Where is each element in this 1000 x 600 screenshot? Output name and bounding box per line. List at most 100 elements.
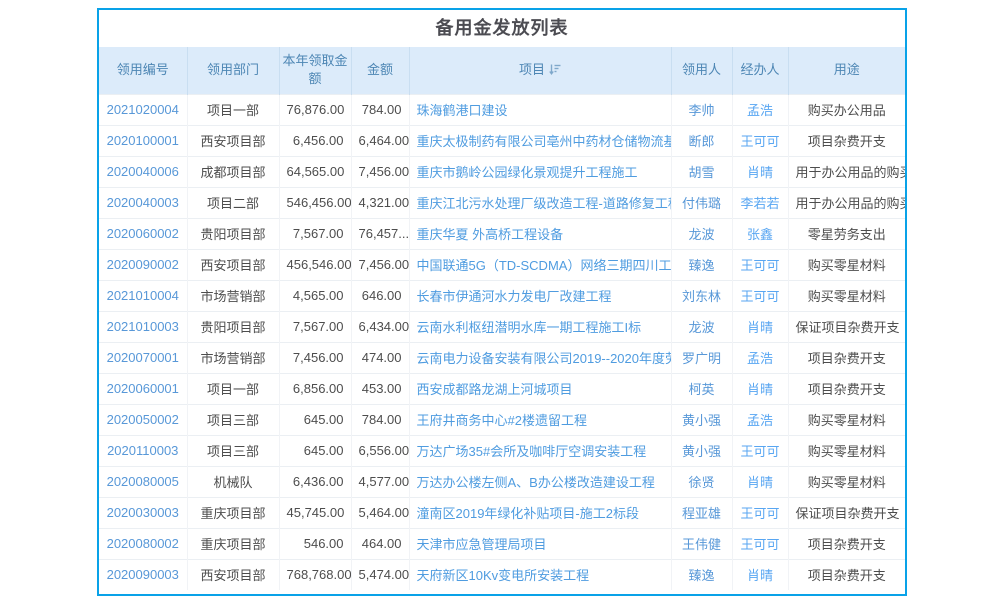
cell-project[interactable]: 天津市应急管理局项目 [409, 528, 671, 559]
cell-handler[interactable]: 王可可 [732, 528, 788, 559]
cell-project[interactable]: 王府井商务中心#2楼遗留工程 [409, 404, 671, 435]
cell-project[interactable]: 重庆华夏 外高桥工程设备 [409, 218, 671, 249]
cell-id[interactable]: 2020100001 [99, 125, 187, 156]
cell-handler[interactable]: 肖晴 [732, 156, 788, 187]
cell-amount: 6,464.00 [351, 125, 409, 156]
cell-amount: 464.00 [351, 528, 409, 559]
cell-id[interactable]: 2021010004 [99, 280, 187, 311]
cell-recipient[interactable]: 臻逸 [671, 559, 732, 590]
cell-id[interactable]: 2020090003 [99, 559, 187, 590]
cell-recipient[interactable]: 李帅 [671, 94, 732, 125]
table-row: 2021010003贵阳项目部7,567.006,434.00云南水利枢纽潜明水… [99, 311, 905, 342]
column-header-amount: 金额 [351, 47, 409, 94]
cell-recipient[interactable]: 臻逸 [671, 249, 732, 280]
page-title: 备用金发放列表 [99, 10, 905, 47]
cell-dept: 项目一部 [187, 373, 279, 404]
cell-dept: 市场营销部 [187, 342, 279, 373]
column-header-project[interactable]: 项目 [409, 47, 671, 94]
cell-year_amount: 45,745.00 [279, 497, 351, 528]
cell-amount: 5,474.00 [351, 559, 409, 590]
cell-year_amount: 546.00 [279, 528, 351, 559]
cell-recipient[interactable]: 龙波 [671, 218, 732, 249]
cell-project[interactable]: 云南水利枢纽潜明水库一期工程施工I标 [409, 311, 671, 342]
cell-handler[interactable]: 肖晴 [732, 466, 788, 497]
table-header: 领用编号领用部门本年领取金额金额项目领用人经办人用途 [99, 47, 905, 94]
cell-handler[interactable]: 王可可 [732, 435, 788, 466]
table-row: 2020110003项目三部645.006,556.00万达广场35#会所及咖啡… [99, 435, 905, 466]
cell-project[interactable]: 万达办公楼左侧A、B办公楼改造建设工程 [409, 466, 671, 497]
cell-project[interactable]: 长春市伊通河水力发电厂改建工程 [409, 280, 671, 311]
cell-handler[interactable]: 孟浩 [732, 342, 788, 373]
cell-dept: 贵阳项目部 [187, 218, 279, 249]
cell-id[interactable]: 2020060002 [99, 218, 187, 249]
column-header-purpose: 用途 [788, 47, 905, 94]
cell-recipient[interactable]: 王伟健 [671, 528, 732, 559]
cell-handler[interactable]: 王可可 [732, 280, 788, 311]
table-body: 2021020004项目一部76,876.00784.00珠海鹤港口建设李帅孟浩… [99, 94, 905, 590]
cell-id[interactable]: 2020040006 [99, 156, 187, 187]
cell-handler[interactable]: 王可可 [732, 125, 788, 156]
cell-year_amount: 6,436.00 [279, 466, 351, 497]
cell-recipient[interactable]: 罗广明 [671, 342, 732, 373]
cell-handler[interactable]: 肖晴 [732, 373, 788, 404]
cell-project[interactable]: 重庆江北污水处理厂级改造工程-道路修复工程 [409, 187, 671, 218]
cell-project[interactable]: 天府新区10Kv变电所安装工程 [409, 559, 671, 590]
cell-handler[interactable]: 肖晴 [732, 311, 788, 342]
cell-id[interactable]: 2021020004 [99, 94, 187, 125]
table-row: 2020090003西安项目部768,768.005,474.00天府新区10K… [99, 559, 905, 590]
cell-recipient[interactable]: 柯英 [671, 373, 732, 404]
cell-purpose: 项目杂费开支 [788, 559, 905, 590]
cell-id[interactable]: 2020080005 [99, 466, 187, 497]
cell-id[interactable]: 2020030003 [99, 497, 187, 528]
cell-purpose: 用于办公用品的购买 [788, 156, 905, 187]
table-row: 2020080002重庆项目部546.00464.00天津市应急管理局项目王伟健… [99, 528, 905, 559]
cell-id[interactable]: 2020070001 [99, 342, 187, 373]
cell-project[interactable]: 重庆市鹅岭公园绿化景观提升工程施工 [409, 156, 671, 187]
cell-dept: 西安项目部 [187, 559, 279, 590]
column-header-handler: 经办人 [732, 47, 788, 94]
cell-project[interactable]: 中国联通5G（TD-SCDMA）网络三期四川工程 [409, 249, 671, 280]
cell-id[interactable]: 2020080002 [99, 528, 187, 559]
cell-id[interactable]: 2020060001 [99, 373, 187, 404]
cell-project[interactable]: 潼南区2019年绿化补贴项目-施工2标段 [409, 497, 671, 528]
cell-recipient[interactable]: 黄小强 [671, 435, 732, 466]
cell-year_amount: 7,567.00 [279, 218, 351, 249]
cell-handler[interactable]: 肖晴 [732, 559, 788, 590]
cell-project[interactable]: 重庆太极制药有限公司亳州中药材仓储物流基... [409, 125, 671, 156]
cell-recipient[interactable]: 刘东林 [671, 280, 732, 311]
cell-dept: 成都项目部 [187, 156, 279, 187]
cell-project[interactable]: 西安成都路龙湖上河城项目 [409, 373, 671, 404]
column-header-label: 用途 [834, 62, 860, 77]
table-row: 2020080005机械队6,436.004,577.00万达办公楼左侧A、B办… [99, 466, 905, 497]
cell-id[interactable]: 2020110003 [99, 435, 187, 466]
cell-year_amount: 7,567.00 [279, 311, 351, 342]
table-row: 2020090002西安项目部456,546.007,456.00中国联通5G（… [99, 249, 905, 280]
cell-dept: 西安项目部 [187, 125, 279, 156]
cell-year_amount: 76,876.00 [279, 94, 351, 125]
cell-recipient[interactable]: 黄小强 [671, 404, 732, 435]
cell-project[interactable]: 万达广场35#会所及咖啡厅空调安装工程 [409, 435, 671, 466]
cell-id[interactable]: 2020050002 [99, 404, 187, 435]
cell-amount: 5,464.00 [351, 497, 409, 528]
cell-id[interactable]: 2020040003 [99, 187, 187, 218]
cell-recipient[interactable]: 徐贤 [671, 466, 732, 497]
cell-recipient[interactable]: 龙波 [671, 311, 732, 342]
cell-id[interactable]: 2021010003 [99, 311, 187, 342]
cell-purpose: 用于办公用品的购买 [788, 187, 905, 218]
cell-handler[interactable]: 李若若 [732, 187, 788, 218]
cell-recipient[interactable]: 付伟璐 [671, 187, 732, 218]
cell-id[interactable]: 2020090002 [99, 249, 187, 280]
cell-handler[interactable]: 孟浩 [732, 94, 788, 125]
cell-recipient[interactable]: 胡雪 [671, 156, 732, 187]
cell-handler[interactable]: 孟浩 [732, 404, 788, 435]
cell-dept: 项目三部 [187, 404, 279, 435]
cell-recipient[interactable]: 断郎 [671, 125, 732, 156]
cell-handler[interactable]: 王可可 [732, 249, 788, 280]
cell-dept: 市场营销部 [187, 280, 279, 311]
cell-handler[interactable]: 王可可 [732, 497, 788, 528]
cell-project[interactable]: 云南电力设备安装有限公司2019--2020年度劳... [409, 342, 671, 373]
cell-amount: 4,321.00 [351, 187, 409, 218]
cell-recipient[interactable]: 程亚雄 [671, 497, 732, 528]
cell-project[interactable]: 珠海鹤港口建设 [409, 94, 671, 125]
cell-handler[interactable]: 张鑫 [732, 218, 788, 249]
